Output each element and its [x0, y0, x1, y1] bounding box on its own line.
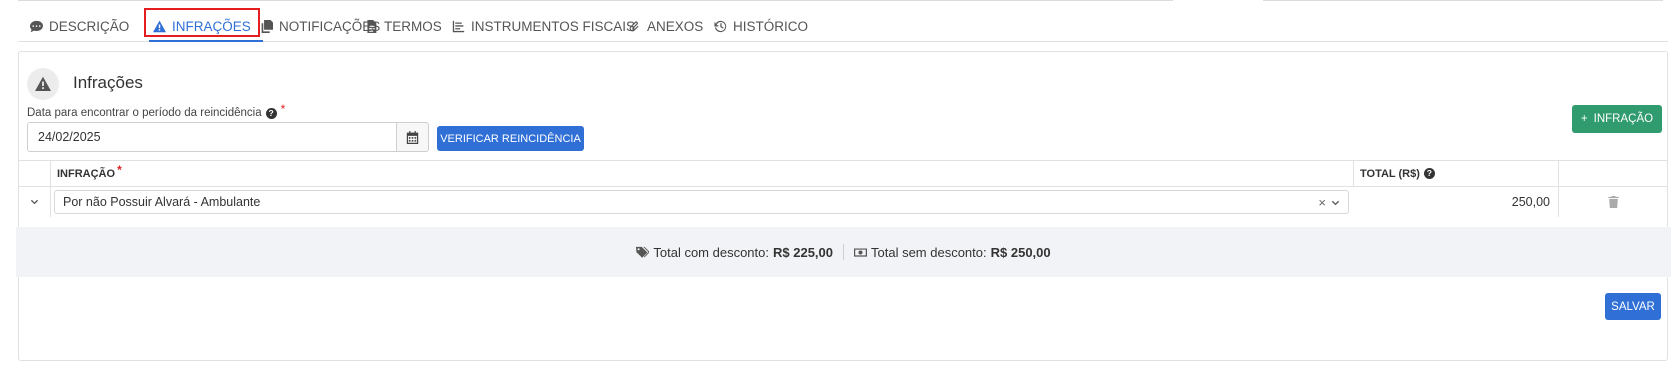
chevron-down-icon — [30, 199, 39, 204]
warning-icon — [35, 76, 51, 91]
total-without-discount-value: R$ 250,00 — [990, 244, 1051, 260]
paperclip-icon — [629, 21, 639, 31]
required-asterisk: * — [280, 102, 286, 116]
infracao-select[interactable]: Por não Possuir Alvará - Ambulante × — [54, 190, 1349, 214]
date-field-label: Data para encontrar o período da reincid… — [27, 102, 285, 120]
header-actions — [1559, 161, 1667, 187]
total-with-discount-value: R$ 225,00 — [773, 244, 833, 260]
header-total-label: TOTAL (R$) — [1360, 167, 1420, 180]
total-with-discount: Total com desconto: R$ 225,00 — [636, 245, 833, 260]
infracao-select-value: Por não Possuir Alvará - Ambulante — [63, 195, 261, 209]
header-expand-column — [19, 161, 51, 187]
row-total-value: 250,00 — [1354, 187, 1559, 217]
tab-infracoes[interactable]: INFRAÇÕES — [153, 15, 251, 37]
required-asterisk: * — [117, 162, 122, 177]
infracoes-table: INFRAÇÃO * TOTAL (R$) ? Por não Possuir … — [19, 160, 1667, 218]
tab-instrumentos-fiscais[interactable]: INSTRUMENTOS FISCAIS — [452, 15, 635, 37]
history-icon — [714, 20, 727, 32]
total-without-discount-label: Total sem desconto: — [871, 244, 987, 260]
warning-icon — [153, 20, 166, 32]
tab-historico[interactable]: HISTÓRICO — [714, 15, 808, 37]
plus-icon: + — [1580, 113, 1588, 125]
list-chart-icon — [452, 20, 465, 32]
section-title: Infrações — [73, 73, 143, 92]
tab-descricao[interactable]: DESCRIÇÃO — [30, 15, 129, 37]
top-divider-right — [1263, 0, 1663, 1]
question-circle-icon[interactable]: ? — [265, 107, 277, 119]
tab-anexos-label: ANEXOS — [647, 18, 704, 34]
money-bill-icon — [854, 247, 867, 257]
clear-icon[interactable]: × — [1318, 195, 1326, 210]
tab-instrumentos-fiscais-label: INSTRUMENTOS FISCAIS — [471, 18, 636, 34]
tab-bar: DESCRIÇÃO INFRAÇÕES NOTIFICAÇÕES TERMOS … — [18, 8, 1668, 42]
calendar-icon — [406, 130, 419, 144]
tab-anexos[interactable]: ANEXOS — [628, 15, 703, 37]
totals-bar: Total com desconto: R$ 225,00 Total sem … — [16, 227, 1671, 277]
verify-reincidence-button[interactable]: VERIFICAR REINCIDÊNCIA — [437, 126, 584, 151]
row-expand-toggle[interactable] — [19, 187, 51, 217]
question-circle-icon[interactable]: ? — [1423, 168, 1435, 179]
infracoes-panel: Infrações Data para encontrar o período … — [16, 51, 1671, 361]
total-without-discount: Total sem desconto: R$ 250,00 — [854, 245, 1051, 260]
header-infracao: INFRAÇÃO * — [51, 161, 1354, 187]
header-infracao-label: INFRAÇÃO — [57, 167, 116, 180]
total-with-discount-label: Total com desconto: — [653, 244, 769, 260]
tab-historico-label: HISTÓRICO — [733, 18, 809, 34]
trash-icon — [1607, 196, 1619, 208]
tab-termos[interactable]: TERMOS — [365, 15, 442, 37]
add-infracao-label: INFRAÇÃO — [1593, 113, 1654, 125]
header-total: TOTAL (R$) ? — [1354, 161, 1559, 187]
tags-icon — [636, 246, 650, 258]
save-button[interactable]: SALVAR — [1605, 293, 1661, 320]
tab-termos-label: TERMOS — [384, 18, 442, 34]
section-avatar — [27, 68, 59, 100]
copy-icon — [261, 19, 273, 33]
delete-row-button[interactable] — [1559, 187, 1667, 217]
chevron-down-icon[interactable] — [1331, 199, 1340, 208]
file-icon — [367, 19, 377, 33]
comment-icon — [30, 20, 43, 32]
add-infracao-button[interactable]: + INFRAÇÃO — [1572, 105, 1662, 133]
calendar-button[interactable] — [396, 122, 429, 152]
tab-notificacoes[interactable]: NOTIFICAÇÕES — [260, 15, 380, 37]
date-field-label-text: Data para encontrar o período da reincid… — [27, 107, 262, 119]
tab-descricao-label: DESCRIÇÃO — [49, 18, 130, 34]
tab-infracoes-label: INFRAÇÕES — [172, 18, 251, 34]
reincidence-date-input[interactable] — [27, 122, 397, 152]
top-divider-left — [18, 0, 1173, 1]
active-tab-underline — [149, 40, 263, 42]
totals-separator — [843, 244, 844, 260]
